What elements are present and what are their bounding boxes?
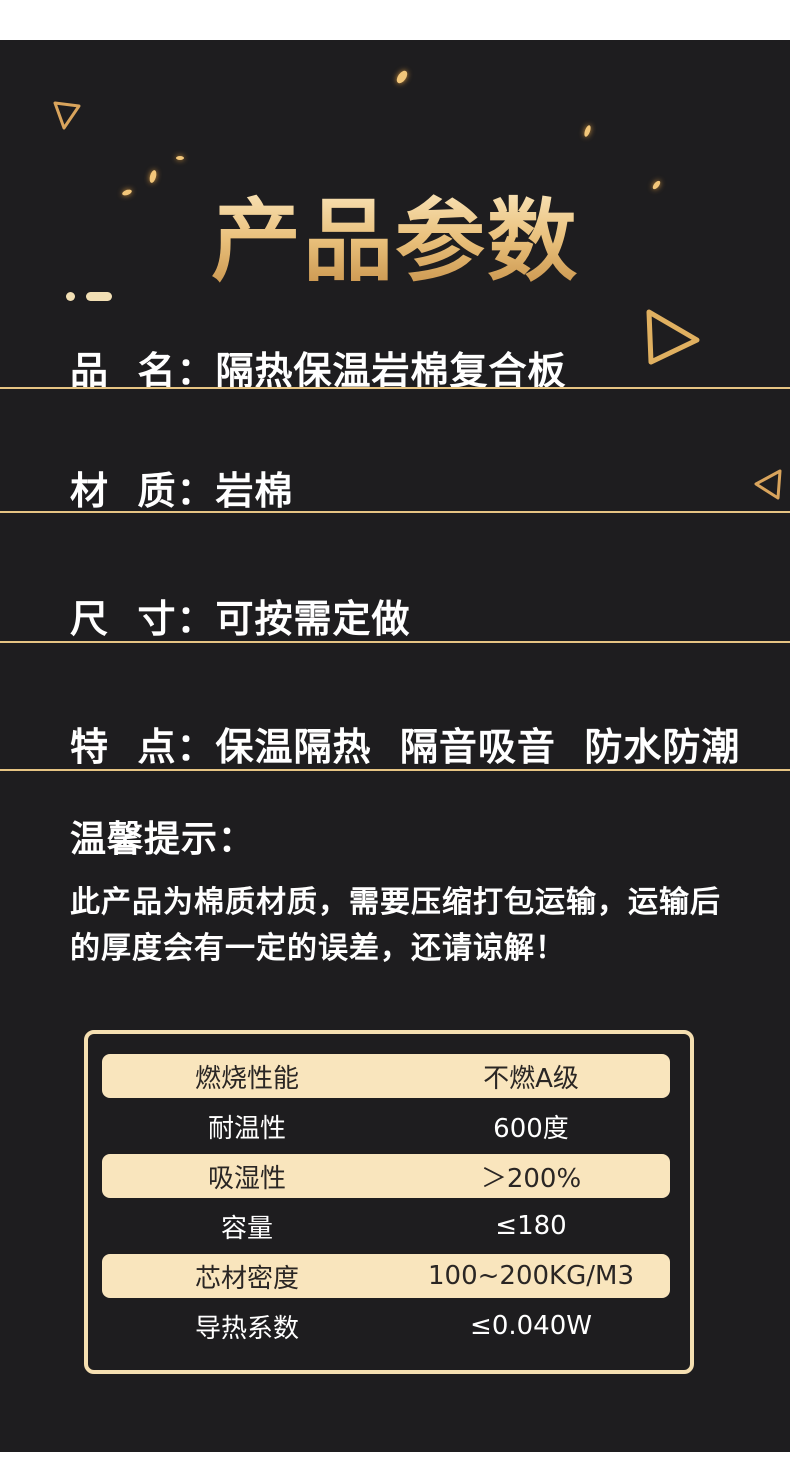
param-name: 导热系数	[194, 1313, 299, 1344]
param-value: 600度	[493, 1113, 569, 1144]
spark-decoration	[583, 124, 592, 138]
spec-label: 特 点：	[70, 725, 216, 769]
param-name: 燃烧性能	[194, 1063, 299, 1094]
table-row: 耐温性 600度	[102, 1104, 670, 1148]
triangle-outline-icon	[646, 309, 700, 365]
param-value: ≤0.040W	[470, 1311, 592, 1341]
spark-decoration	[394, 68, 410, 86]
divider-line	[0, 641, 790, 643]
spec-row-size: 尺 寸：可按需定做	[70, 588, 410, 643]
title-dash-decoration	[86, 292, 112, 301]
title-dot-decoration	[66, 292, 75, 301]
product-parameters-panel: 产品参数 品 名：隔热保温岩棉复合板 材 质：岩棉 尺 寸：可按需定做 特 点：…	[0, 40, 790, 1452]
tip-heading: 温馨提示：	[70, 819, 256, 860]
tip-body: 此产品为棉质材质，需要压缩打包运输，运输后的厚度会有一定的误差，还请谅解！	[70, 885, 721, 966]
spec-row-material: 材 质：岩棉	[70, 460, 293, 515]
spec-label: 尺 寸：	[70, 597, 216, 641]
divider-line	[0, 511, 790, 513]
spec-label: 材 质：	[70, 469, 216, 513]
table-row: 吸湿性 ＞200%	[102, 1154, 670, 1198]
page-title: 产品参数	[0, 168, 790, 298]
param-value: ≤180	[495, 1211, 567, 1241]
triangle-outline-icon	[754, 469, 782, 500]
spec-value: 可按需定做	[215, 597, 411, 641]
spec-value: 保温隔热 隔音吸音 防水防潮	[215, 725, 741, 769]
param-value: ＞200%	[480, 1163, 582, 1194]
divider-line	[0, 387, 790, 389]
table-row: 容量 ≤180	[102, 1204, 670, 1248]
triangle-outline-icon	[53, 101, 81, 130]
divider-line	[0, 769, 790, 771]
parameter-table: 燃烧性能 不燃A级 耐温性 600度 吸湿性 ＞200% 容量 ≤180 芯材密…	[84, 1030, 694, 1374]
spec-row-features: 特 点：保温隔热 隔音吸音 防水防潮	[70, 716, 740, 771]
param-name: 耐温性	[207, 1113, 286, 1144]
param-value: 100~200KG/M3	[428, 1261, 634, 1291]
table-row: 导热系数 ≤0.040W	[102, 1304, 670, 1348]
param-name: 吸湿性	[207, 1163, 286, 1194]
param-name: 容量	[220, 1213, 273, 1244]
table-row: 燃烧性能 不燃A级	[102, 1054, 670, 1098]
spec-value: 岩棉	[215, 469, 294, 513]
spark-decoration	[176, 156, 184, 160]
param-name: 芯材密度	[194, 1263, 299, 1294]
table-row: 芯材密度 100~200KG/M3	[102, 1254, 670, 1298]
param-value: 不燃A级	[483, 1063, 579, 1094]
